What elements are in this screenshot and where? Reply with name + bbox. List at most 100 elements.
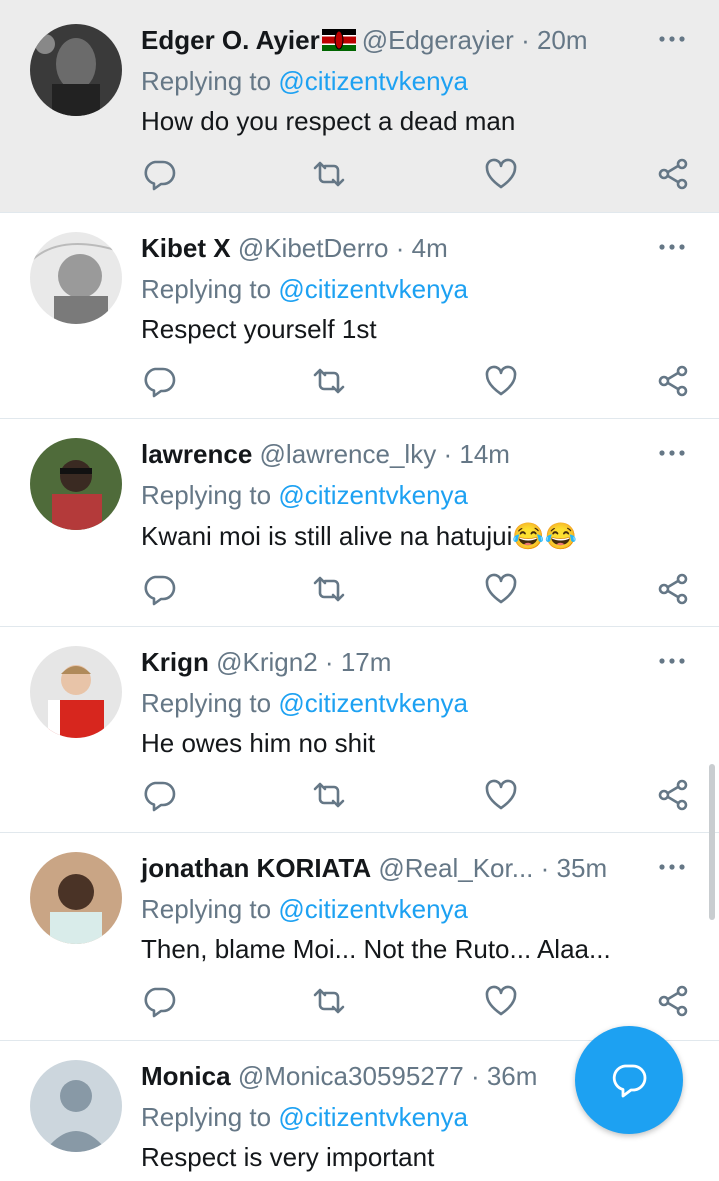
timestamp[interactable]: 4m — [412, 233, 448, 263]
tweet-header: Kibet X @KibetDerro · 4m — [141, 230, 639, 266]
avatar[interactable] — [30, 438, 122, 530]
tweet[interactable]: Kibet X @KibetDerro · 4m Replying to @ci… — [0, 213, 719, 419]
tweet-actions — [141, 363, 701, 403]
tweet[interactable]: Edger O. Ayier @Edgerayier · 20m Replying… — [0, 0, 719, 213]
separator: · — [521, 25, 530, 55]
tweet-header: Krign @Krign2 · 17m — [141, 644, 639, 680]
replying-to: Replying to @citizentvkenya — [141, 891, 468, 927]
handle[interactable]: @Real_Kor... — [378, 853, 533, 883]
more-icon[interactable] — [657, 646, 687, 676]
mention-link[interactable]: @citizentvkenya — [278, 688, 468, 718]
heart-icon[interactable] — [483, 777, 519, 813]
comment-icon[interactable] — [141, 983, 177, 1019]
mention-link[interactable]: @citizentvkenya — [278, 274, 468, 304]
timestamp[interactable]: 14m — [459, 439, 510, 469]
comment-icon[interactable] — [141, 777, 177, 813]
handle[interactable]: @Monica30595277 — [238, 1061, 464, 1091]
tweet[interactable]: lawrence @lawrence_lky · 14m Replying to… — [0, 419, 719, 627]
display-name[interactable]: jonathan KORIATA — [141, 853, 371, 883]
tweet-text: Respect yourself 1st — [141, 314, 377, 344]
timestamp[interactable]: 17m — [341, 647, 392, 677]
kenya-flag-icon — [321, 24, 356, 51]
replying-to: Replying to @citizentvkenya — [141, 685, 468, 721]
compose-reply-button[interactable] — [575, 1026, 683, 1134]
display-name[interactable]: Krign — [141, 647, 209, 677]
tweet[interactable]: Krign @Krign2 · 17m Replying to @citizen… — [0, 627, 719, 833]
separator: · — [395, 233, 405, 263]
separator: · — [540, 853, 550, 883]
timestamp[interactable]: 35m — [557, 853, 608, 883]
reply-prefix: Replying to — [141, 1102, 272, 1132]
handle[interactable]: @Krign2 — [216, 647, 318, 677]
mention-link[interactable]: @citizentvkenya — [278, 894, 468, 924]
avatar[interactable] — [30, 852, 122, 944]
share-icon[interactable] — [655, 571, 691, 607]
tweet-actions — [141, 777, 701, 817]
reply-prefix: Replying to — [141, 480, 272, 510]
tweet-text: Then, blame Moi... Not the Ruto... Alaa.… — [141, 934, 611, 964]
avatar[interactable] — [30, 232, 122, 324]
heart-icon[interactable] — [483, 571, 519, 607]
reply-prefix: Replying to — [141, 688, 272, 718]
replying-to: Replying to @citizentvkenya — [141, 1099, 468, 1135]
avatar[interactable] — [30, 24, 122, 116]
heart-icon[interactable] — [483, 156, 519, 192]
tweet-header: Monica @Monica30595277 · 36m — [141, 1058, 639, 1094]
separator: · — [470, 1061, 480, 1091]
handle[interactable]: @lawrence_lky — [260, 439, 437, 469]
retweet-icon[interactable] — [311, 156, 347, 192]
separator: · — [324, 647, 334, 677]
tweet-actions — [141, 983, 701, 1023]
timestamp[interactable]: 20m — [537, 25, 588, 55]
retweet-icon[interactable] — [311, 571, 347, 607]
share-icon[interactable] — [655, 777, 691, 813]
timestamp[interactable]: 36m — [487, 1061, 538, 1091]
display-name[interactable]: Edger O. Ayier — [141, 25, 320, 55]
mention-link[interactable]: @citizentvkenya — [278, 66, 468, 96]
handle[interactable]: @KibetDerro — [238, 233, 389, 263]
replying-to: Replying to @citizentvkenya — [141, 477, 468, 513]
scrollbar[interactable] — [709, 764, 715, 920]
tweet-text: Respect is very important — [141, 1142, 435, 1172]
tweet-text: Kwani moi is still alive na hatujui😂😂 — [141, 521, 578, 551]
share-icon[interactable] — [655, 363, 691, 399]
compose-reply-icon — [612, 1064, 647, 1098]
retweet-icon[interactable] — [311, 983, 347, 1019]
more-icon[interactable] — [657, 24, 687, 54]
mention-link[interactable]: @citizentvkenya — [278, 1102, 468, 1132]
retweet-icon[interactable] — [311, 363, 347, 399]
tweet-header: jonathan KORIATA @Real_Kor... · 35m — [141, 850, 639, 886]
tweet-text: He owes him no shit — [141, 728, 376, 758]
share-icon[interactable] — [655, 983, 691, 1019]
replying-to: Replying to @citizentvkenya — [141, 63, 468, 99]
reply-prefix: Replying to — [141, 66, 272, 96]
mention-link[interactable]: @citizentvkenya — [278, 480, 468, 510]
tweet-actions — [141, 156, 701, 196]
retweet-icon[interactable] — [311, 777, 347, 813]
tweet-header: Edger O. Ayier @Edgerayier · 20m — [141, 22, 639, 58]
comment-icon[interactable] — [141, 571, 177, 607]
comment-icon[interactable] — [141, 156, 177, 192]
share-icon[interactable] — [655, 156, 691, 192]
display-name[interactable]: Monica — [141, 1061, 231, 1091]
replying-to: Replying to @citizentvkenya — [141, 271, 468, 307]
heart-icon[interactable] — [483, 363, 519, 399]
avatar[interactable] — [30, 646, 122, 738]
tweet-actions — [141, 571, 701, 611]
reply-prefix: Replying to — [141, 274, 272, 304]
more-icon[interactable] — [657, 438, 687, 468]
more-icon[interactable] — [657, 852, 687, 882]
display-name[interactable]: lawrence — [141, 439, 252, 469]
avatar[interactable] — [30, 1060, 122, 1152]
comment-icon[interactable] — [141, 363, 177, 399]
more-icon[interactable] — [657, 232, 687, 262]
display-name[interactable]: Kibet X — [141, 233, 231, 263]
reply-prefix: Replying to — [141, 894, 272, 924]
reply-feed: Edger O. Ayier @Edgerayier · 20m Replying… — [0, 0, 719, 1181]
separator: · — [443, 439, 453, 469]
tweet-header: lawrence @lawrence_lky · 14m — [141, 436, 639, 472]
tweet[interactable]: jonathan KORIATA @Real_Kor... · 35m Repl… — [0, 833, 719, 1041]
handle[interactable]: @Edgerayier — [362, 25, 514, 55]
heart-icon[interactable] — [483, 983, 519, 1019]
tweet-text: How do you respect a dead man — [141, 106, 516, 136]
